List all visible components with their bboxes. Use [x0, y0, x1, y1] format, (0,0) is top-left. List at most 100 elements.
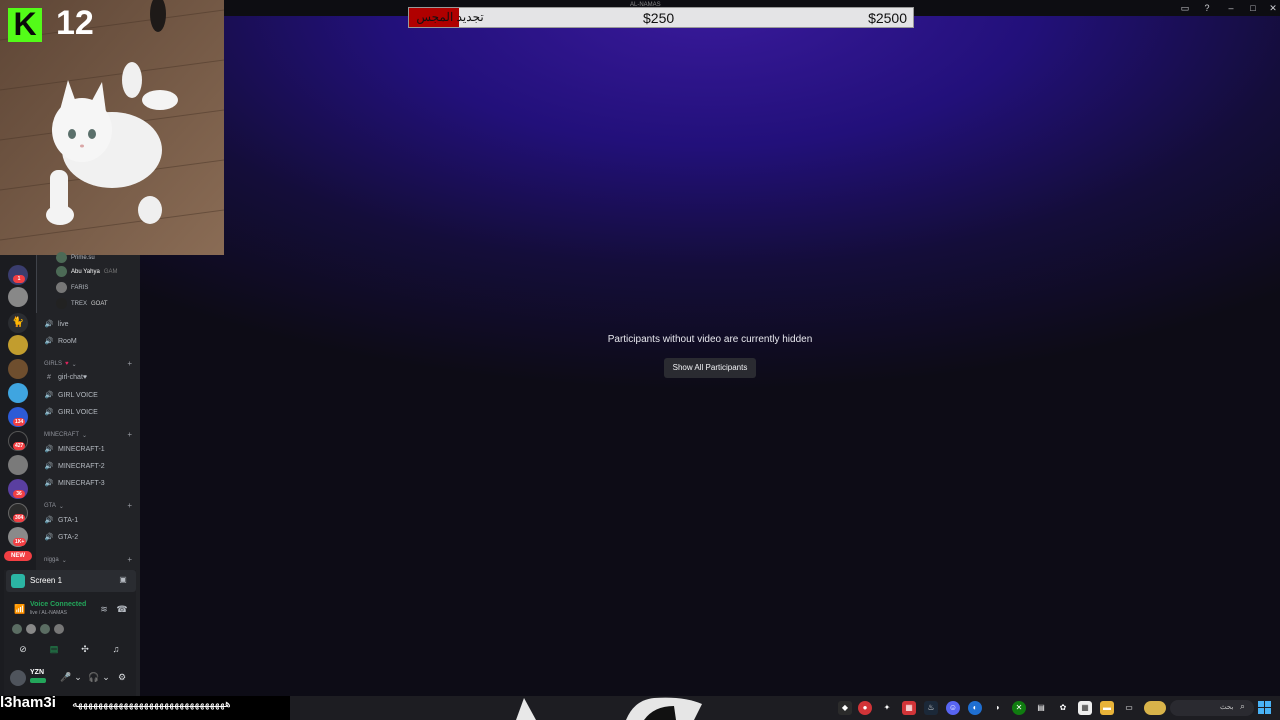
taskbar-app-icon[interactable]: ▭: [1122, 701, 1136, 715]
inbox-icon[interactable]: ▭: [1178, 1, 1192, 15]
discord-icon[interactable]: ☺: [946, 701, 960, 715]
speaker-icon: 🔊: [44, 392, 54, 399]
voice-user[interactable]: Abu Yahya GAM: [56, 266, 117, 277]
channel-girl-chat[interactable]: # girl-chat♥: [44, 374, 87, 381]
taskbar-app-icon[interactable]: ▤: [1034, 701, 1048, 715]
channel-label: GTA-2: [58, 533, 79, 541]
voice-user-tag: GOAT: [91, 300, 108, 307]
chevron-down-icon: ⌄: [71, 362, 77, 368]
voice-user[interactable]: FARIS: [56, 282, 88, 293]
avatar: [56, 282, 67, 293]
calendar-icon[interactable]: ▦: [1078, 701, 1092, 715]
voice-user[interactable]: TREX GOAT: [56, 298, 108, 309]
activity-avatar[interactable]: [40, 624, 50, 634]
activity-avatar[interactable]: [54, 624, 64, 634]
add-channel-icon[interactable]: +: [127, 555, 132, 564]
close-button[interactable]: ✕: [1266, 1, 1280, 15]
xbox-icon[interactable]: ✕: [1012, 701, 1026, 715]
category-4[interactable]: nigga ⌄: [44, 557, 67, 564]
screen-share-icon: [11, 574, 25, 588]
server-icon[interactable]: [8, 335, 28, 355]
disconnect-icon[interactable]: ☎: [116, 603, 128, 615]
channel-live[interactable]: 🔊 live: [44, 320, 69, 329]
add-channel-icon[interactable]: +: [127, 501, 132, 510]
channel-gta-2[interactable]: 🔊 GTA-2: [44, 533, 79, 542]
popout-icon[interactable]: ▣: [118, 575, 128, 585]
screen-share-button[interactable]: ▤: [47, 642, 61, 656]
help-icon[interactable]: ?: [1200, 1, 1214, 15]
kick-logo: K: [8, 6, 42, 42]
category-gta[interactable]: GTA ⌄: [44, 503, 64, 510]
avatar[interactable]: [10, 670, 26, 686]
taskbar-app-icon[interactable]: ◑: [990, 701, 1004, 715]
taskbar-app-icon[interactable]: ✿: [1056, 701, 1070, 715]
minimize-button[interactable]: –: [1224, 1, 1238, 15]
voice-user[interactable]: Prime.su: [56, 252, 95, 263]
server-badge: 1: [13, 275, 25, 283]
maximize-button[interactable]: □: [1246, 1, 1260, 15]
hash-icon: #: [47, 374, 51, 381]
speaker-icon: 🔊: [44, 321, 54, 328]
channel-girl-voice[interactable]: 🔊 GIRL VOICE: [44, 391, 98, 400]
channel-label: live: [58, 320, 69, 328]
server-badge: 36: [13, 490, 25, 498]
category-label: nigga: [44, 557, 59, 563]
voice-user-panel: Screen 1 ▣ 📶 Voice Connected live / AL-N…: [4, 570, 136, 696]
chevron-down-icon: ⌄: [61, 558, 67, 564]
new-badge: NEW: [4, 551, 32, 561]
settings-gear-icon[interactable]: ⚙: [116, 671, 128, 683]
voice-location[interactable]: live / AL-NAMAS: [30, 610, 67, 616]
voice-user-name: Prime.su: [71, 254, 95, 261]
activity-avatar[interactable]: [12, 624, 22, 634]
start-button[interactable]: [1258, 701, 1272, 715]
chevron-down-icon[interactable]: ⌄: [72, 671, 84, 683]
channel-label: MINECRAFT-3: [58, 479, 105, 487]
speaker-icon: 🔊: [44, 517, 54, 524]
noise-suppression-icon[interactable]: ≋: [98, 603, 110, 615]
category-girls[interactable]: GIRLS ♥ ⌄: [44, 361, 77, 368]
headphones-icon[interactable]: 🎧: [88, 671, 100, 683]
server-icon[interactable]: [8, 383, 28, 403]
server-icon[interactable]: [8, 455, 28, 475]
channel-minecraft-2[interactable]: 🔊 MINECRAFT-2: [44, 462, 105, 471]
speaker-icon: 🔊: [44, 480, 54, 487]
taskbar-app-icon[interactable]: ▦: [902, 701, 916, 715]
speaker-icon: 🔊: [44, 534, 54, 541]
taskbar-app-icon[interactable]: ✦: [880, 701, 894, 715]
screen-share-row[interactable]: Screen 1 ▣: [6, 570, 136, 592]
add-channel-icon[interactable]: +: [127, 430, 132, 439]
soundboard-icon[interactable]: ♫: [109, 642, 123, 656]
search-box[interactable]: بحث ⌕: [1170, 700, 1254, 716]
camera-off-icon[interactable]: ⊘: [16, 642, 30, 656]
channel-girl-voice[interactable]: 🔊 GIRL VOICE: [44, 408, 98, 417]
show-all-participants-button[interactable]: Show All Participants: [664, 358, 756, 378]
taskbar-app-icon[interactable]: ●: [858, 701, 872, 715]
channel-label: GIRL VOICE: [58, 408, 98, 416]
channel-label: MINECRAFT-2: [58, 462, 105, 470]
category-label: MINECRAFT: [44, 432, 79, 438]
channel-minecraft-3[interactable]: 🔊 MINECRAFT-3: [44, 479, 105, 488]
chevron-down-icon[interactable]: ⌄: [100, 671, 112, 683]
username: YZN: [30, 669, 44, 676]
taskbar-app-icon[interactable]: ◆: [838, 701, 852, 715]
category-label: GIRLS: [44, 361, 63, 367]
speaker-icon: 🔊: [44, 338, 54, 345]
weather-icon[interactable]: [1144, 701, 1166, 715]
activity-avatar[interactable]: [26, 624, 36, 634]
channel-room[interactable]: 🔊 RooM: [44, 337, 77, 346]
cat-server-icon[interactable]: 🐈: [8, 313, 28, 333]
channel-minecraft-1[interactable]: 🔊 MINECRAFT-1: [44, 445, 105, 454]
taskbar-app-icon[interactable]: ◐: [968, 701, 982, 715]
microphone-icon[interactable]: 🎤: [60, 671, 72, 683]
category-minecraft[interactable]: MINECRAFT ⌄: [44, 432, 87, 439]
steam-icon[interactable]: ♨: [924, 701, 938, 715]
channel-label: GTA-1: [58, 516, 79, 524]
folder-icon[interactable]: ▬: [1100, 701, 1114, 715]
cat-ear-graphic: [516, 698, 536, 720]
add-channel-icon[interactable]: +: [127, 359, 132, 368]
channel-label: RooM: [58, 337, 77, 345]
activities-icon[interactable]: ✣: [78, 642, 92, 656]
server-icon[interactable]: [8, 359, 28, 379]
server-icon[interactable]: [8, 287, 28, 307]
channel-gta-1[interactable]: 🔊 GTA-1: [44, 516, 79, 525]
